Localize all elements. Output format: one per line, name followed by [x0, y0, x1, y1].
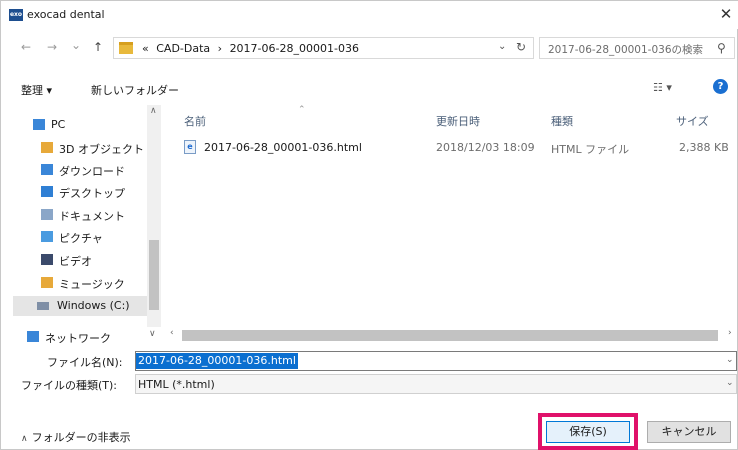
breadcrumb-current-folder[interactable]: 2017-06-28_00001-036 — [230, 42, 359, 55]
file-size: 2,388 KB — [679, 141, 729, 154]
view-options-icon[interactable]: ☷ ▾ — [653, 81, 672, 94]
sidebar-item-label: ミュージック — [59, 278, 125, 291]
file-type: HTML ファイル — [551, 143, 630, 156]
nav-vertical-scrollbar[interactable]: ∧ — [147, 105, 161, 327]
videos-icon — [41, 254, 53, 265]
file-list: 名前 ⌃ 更新日時 種類 サイズ e 2017-06-28_00001-036.… — [166, 105, 738, 327]
column-header-modified[interactable]: 更新日時 — [436, 113, 480, 129]
desktop-icon — [41, 186, 53, 197]
scroll-right-icon[interactable]: › — [728, 328, 732, 338]
history-chevron-icon[interactable]: ⌄ — [71, 38, 81, 52]
exocad-logo-icon: exo — [9, 9, 23, 21]
cancel-button[interactable]: キャンセル — [647, 421, 731, 443]
sidebar-item-label: ダウンロード — [59, 165, 125, 178]
search-icon[interactable]: ⚲ — [717, 41, 726, 55]
network-icon — [27, 331, 39, 342]
pictures-icon — [41, 231, 53, 242]
filename-dropdown-icon[interactable]: ⌄ — [726, 355, 734, 365]
music-icon — [41, 277, 53, 288]
pc-icon — [33, 119, 45, 130]
sidebar-item-documents[interactable]: ドキュメント — [41, 205, 151, 225]
sidebar-item-pictures[interactable]: ピクチャ — [41, 227, 151, 247]
horizontal-scroll-thumb[interactable] — [182, 330, 718, 341]
toolbar: 整理 ▾ 新しいフォルダー ☷ ▾ ? — [1, 75, 738, 101]
address-dropdown-icon[interactable]: ⌄ — [498, 41, 506, 52]
filename-field[interactable]: 2017-06-28_00001-036.html ⌄ — [135, 351, 737, 371]
filetype-label: ファイルの種類(T): — [21, 379, 118, 392]
breadcrumb-overflow[interactable]: « — [142, 42, 149, 55]
sidebar-item-network[interactable]: ネットワーク — [27, 327, 137, 347]
address-row: ← → ⌄ ↑ « CAD-Data › 2017-06-28_00001-03… — [1, 35, 738, 61]
downloads-icon — [41, 164, 53, 175]
title-bar: exo exocad dental ✕ — [1, 1, 738, 29]
breadcrumb-cad-data[interactable]: CAD-Data — [156, 42, 210, 55]
sidebar-item-label: ネットワーク — [45, 332, 111, 345]
folder-icon — [119, 42, 133, 54]
close-button[interactable]: ✕ — [717, 5, 735, 23]
sidebar-item-label: Windows (C:) — [57, 299, 130, 312]
file-row[interactable]: e 2017-06-28_00001-036.html 2018/12/03 1… — [184, 139, 738, 157]
navigation-pane: PC 3D オブジェクト ダウンロード デスクトップ ドキュメント ピクチャ ビ… — [1, 105, 161, 345]
back-arrow-icon[interactable]: ← — [21, 40, 31, 54]
sidebar-item-label: ドキュメント — [59, 210, 125, 223]
filename-value[interactable]: 2017-06-28_00001-036.html — [136, 353, 298, 369]
organize-menu[interactable]: 整理 ▾ — [21, 82, 52, 98]
save-dialog: exo exocad dental ✕ ← → ⌄ ↑ « CAD-Data ›… — [0, 0, 738, 450]
html-file-icon: e — [184, 140, 196, 154]
up-arrow-icon[interactable]: ↑ — [93, 40, 103, 54]
nav-scroll-thumb[interactable] — [149, 240, 159, 310]
sidebar-item-label: デスクトップ — [59, 187, 125, 200]
sidebar-item-desktop[interactable]: デスクトップ — [41, 182, 151, 202]
filename-label: ファイル名(N): — [47, 356, 123, 369]
column-header-name[interactable]: 名前 — [184, 113, 206, 129]
new-folder-button[interactable]: 新しいフォルダー — [91, 82, 179, 98]
hide-folders-label: フォルダーの非表示 — [31, 431, 131, 444]
scroll-up-icon[interactable]: ∧ — [150, 106, 157, 116]
sidebar-item-label: ビデオ — [59, 255, 92, 268]
sidebar-item-windows-c[interactable]: Windows (C:) — [13, 296, 147, 316]
sort-caret-icon: ⌃ — [298, 105, 306, 115]
documents-icon — [41, 209, 53, 220]
file-horizontal-scrollbar[interactable]: ‹ › — [166, 327, 738, 343]
search-placeholder: 2017-06-28_00001-036の検索 — [548, 44, 704, 56]
sidebar-item-music[interactable]: ミュージック — [41, 273, 151, 293]
sidebar-item-label: 3D オブジェクト — [59, 143, 144, 156]
chevron-up-icon: ∧ — [21, 434, 28, 444]
breadcrumb: « CAD-Data › 2017-06-28_00001-036 — [142, 42, 363, 55]
forward-arrow-icon[interactable]: → — [47, 40, 57, 54]
sidebar-item-label: ピクチャ — [59, 232, 103, 245]
filetype-value: HTML (*.html) — [138, 378, 215, 391]
sidebar-item-3d-objects[interactable]: 3D オブジェクト — [41, 138, 151, 158]
breadcrumb-separator: › — [217, 42, 223, 55]
sidebar-item-downloads[interactable]: ダウンロード — [41, 160, 151, 180]
column-header-size[interactable]: サイズ — [676, 113, 709, 129]
refresh-icon[interactable]: ↻ — [516, 40, 526, 54]
hide-folders-toggle[interactable]: ∧ フォルダーの非表示 — [21, 429, 131, 445]
scroll-left-icon[interactable]: ‹ — [170, 328, 174, 338]
save-button[interactable]: 保存(S) — [546, 421, 630, 443]
3d-objects-icon — [41, 142, 53, 153]
scroll-down-icon[interactable]: ∨ — [149, 329, 156, 339]
column-header-type[interactable]: 種類 — [551, 113, 573, 129]
filetype-select[interactable]: HTML (*.html) ⌄ — [135, 374, 737, 394]
drive-icon — [37, 302, 49, 310]
filetype-dropdown-icon[interactable]: ⌄ — [726, 378, 734, 388]
sidebar-item-pc[interactable]: PC — [33, 115, 143, 135]
help-icon[interactable]: ? — [713, 79, 728, 94]
address-bar[interactable]: « CAD-Data › 2017-06-28_00001-036 ⌄ ↻ — [113, 37, 534, 59]
search-input[interactable]: 2017-06-28_00001-036の検索 ⚲ — [539, 37, 735, 59]
file-name: 2017-06-28_00001-036.html — [204, 141, 362, 154]
window-title: exocad dental — [27, 8, 105, 21]
sidebar-item-label: PC — [51, 118, 66, 131]
sidebar-item-videos[interactable]: ビデオ — [41, 250, 151, 270]
file-modified: 2018/12/03 18:09 — [436, 141, 535, 154]
